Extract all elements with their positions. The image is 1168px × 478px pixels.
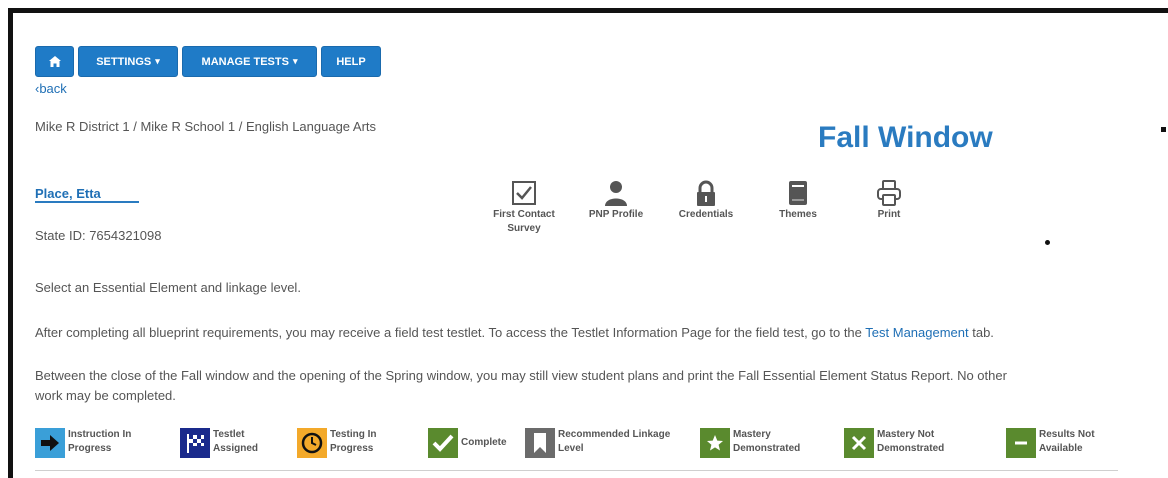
print-button[interactable]: Print [849,180,929,222]
instruction-line-2-tail: tab. [968,325,994,340]
settings-label: SETTINGS [96,55,152,68]
legend-instruction-in-progress: Instruction In Progress [35,428,131,458]
legend-label: Progress [330,443,374,454]
instruction-line-1: Select an Essential Element and linkage … [35,280,301,295]
legend-results-not-available: Results Not Available [1006,428,1095,458]
legend-testlet-assigned: Testlet Assigned [180,428,258,458]
credentials-label: Credentials [678,209,734,220]
printer-icon [877,180,901,206]
divider [35,470,1118,471]
legend-label: Recommended Linkage [558,429,671,440]
top-nav: SETTINGS ▾ MANAGE TESTS ▾ HELP [35,46,381,77]
help-label: HELP [336,55,366,68]
checkered-flag-icon [180,428,210,458]
instruction-line-4: work may be completed. [35,388,176,403]
decorative-dot [1161,127,1166,132]
manage-tests-label: MANAGE TESTS [201,55,289,68]
legend-label: Demonstrated [877,443,945,454]
decorative-dot [1045,240,1050,245]
chevron-down-icon: ▾ [292,56,298,66]
legend-label: Testing In [330,429,377,440]
credentials-button[interactable]: Credentials [666,180,746,222]
window-title: Fall Window [818,121,993,154]
star-icon [700,428,730,458]
bookmark-icon [525,428,555,458]
pnp-profile-button[interactable]: PNP Profile [576,180,656,222]
themes-button[interactable]: Themes [758,180,838,222]
legend-label: Progress [68,443,112,454]
help-button[interactable]: HELP [321,46,381,77]
legend-label: Demonstrated [733,443,801,454]
state-id: State ID: 7654321098 [35,228,162,243]
settings-menu-button[interactable]: SETTINGS ▾ [78,46,178,77]
chevron-down-icon: ▾ [155,56,160,66]
legend-label: Level [558,443,584,454]
first-contact-label-1: First Contact [493,209,555,220]
legend-label: Available [1039,443,1083,454]
instruction-line-3: Between the close of the Fall window and… [35,368,1007,383]
student-name-link[interactable]: Place, Etta [35,186,101,201]
legend-label: Mastery Not [877,429,935,440]
x-mark-icon [844,428,874,458]
themes-label: Themes [779,209,817,220]
legend-label: Mastery [733,429,771,440]
first-contact-label-2: Survey [507,223,541,234]
screen-frame-left [8,8,13,478]
home-icon [48,56,61,67]
first-contact-survey-button[interactable]: First Contact Survey [484,180,564,236]
instruction-line-2: After completing all blueprint requireme… [35,325,994,340]
book-icon [789,181,807,205]
legend-label: Complete [461,437,507,448]
breadcrumb: Mike R District 1 / Mike R School 1 / En… [35,119,377,134]
legend-mastery-demonstrated: Mastery Demonstrated [700,428,800,458]
legend-label: Instruction In [68,429,132,440]
checkbox-icon [512,181,536,205]
legend-mastery-not-demonstrated: Mastery Not Demonstrated [844,428,944,458]
manage-tests-menu-button[interactable]: MANAGE TESTS ▾ [182,46,317,77]
person-icon [605,181,627,206]
legend-recommended-linkage-level: Recommended Linkage Level [525,428,670,458]
back-link[interactable]: ‹back [35,81,67,96]
checkmark-icon [428,428,458,458]
legend-label: Results Not [1039,429,1095,440]
minus-icon [1006,428,1036,458]
legend-label: Testlet [213,429,245,440]
pnp-profile-label: PNP Profile [588,209,644,220]
clock-icon [297,428,327,458]
arrow-right-icon [35,428,65,458]
print-label: Print [877,209,901,220]
screen-frame-top [8,8,1168,13]
test-management-link[interactable]: Test Management [865,325,968,340]
student-name-underline [35,201,139,203]
home-button[interactable] [35,46,74,77]
legend-testing-in-progress: Testing In Progress [297,428,376,458]
legend-complete: Complete [428,428,507,458]
legend-label: Assigned [213,443,259,454]
instruction-line-2-text: After completing all blueprint requireme… [35,325,866,340]
lock-icon [697,180,715,206]
